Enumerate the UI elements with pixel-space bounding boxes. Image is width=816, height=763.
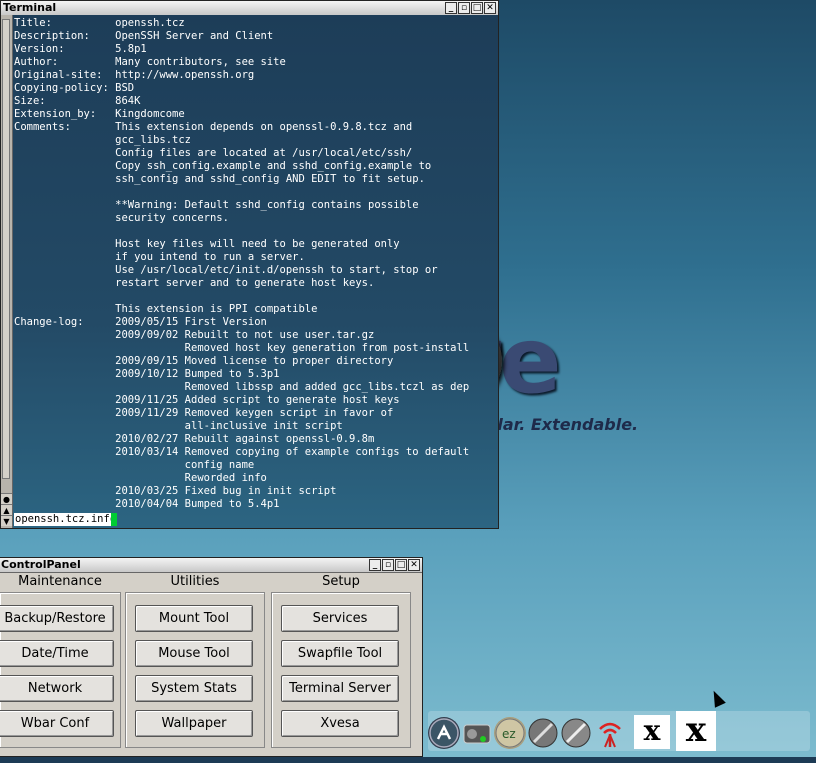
scroll-mid-icon[interactable]: ● bbox=[1, 493, 12, 504]
terminal-window: Terminal _ ▫ □ ✕ ● ▲ ▼ Title: openssh.tc… bbox=[0, 0, 499, 529]
column-header: Setup bbox=[322, 574, 360, 589]
swapfile-tool-button[interactable]: Swapfile Tool bbox=[281, 640, 399, 667]
wifi-icon[interactable] bbox=[594, 717, 626, 749]
close-icon[interactable]: ✕ bbox=[408, 559, 420, 571]
restore-icon[interactable]: ▫ bbox=[458, 2, 470, 14]
terminal-prompt[interactable]: openssh.tcz.info bbox=[14, 513, 118, 526]
terminal-body[interactable]: ● ▲ ▼ Title: openssh.tcz Description: Op… bbox=[1, 15, 498, 528]
network-button[interactable]: Network bbox=[0, 675, 114, 702]
terminal-cursor bbox=[111, 513, 117, 526]
terminal-scrollbar[interactable]: ● ▲ ▼ bbox=[1, 15, 13, 528]
terminal-titlebar[interactable]: Terminal _ ▫ □ ✕ bbox=[1, 1, 498, 16]
xvesa-button[interactable]: Xvesa bbox=[281, 710, 399, 737]
terminal-output: Title: openssh.tcz Description: OpenSSH … bbox=[14, 17, 470, 510]
control-panel-titlebar[interactable]: ControlPanel _ ▫ □ ✕ bbox=[0, 558, 422, 573]
mouse-tool-button[interactable]: Mouse Tool bbox=[135, 640, 253, 667]
mount-icon[interactable] bbox=[527, 717, 559, 749]
column-header: Maintenance bbox=[18, 574, 102, 589]
maximize-icon[interactable]: □ bbox=[395, 559, 407, 571]
group-utilities: Mount Tool Mouse Tool System Stats Wallp… bbox=[125, 592, 265, 748]
backup-restore-button[interactable]: Backup/Restore bbox=[0, 605, 114, 632]
run-icon[interactable] bbox=[428, 717, 460, 749]
wbar-conf-button[interactable]: Wbar Conf bbox=[0, 710, 114, 737]
desktop-bottom-strip bbox=[0, 757, 816, 763]
control-panel-body: Maintenance Backup/Restore Date/Time Net… bbox=[0, 572, 422, 756]
group-setup: Services Swapfile Tool Terminal Server X… bbox=[271, 592, 411, 748]
ez-label: ez bbox=[502, 727, 516, 741]
minimize-icon[interactable]: _ bbox=[445, 2, 457, 14]
minimize-icon[interactable]: _ bbox=[369, 559, 381, 571]
terminal-server-button[interactable]: Terminal Server bbox=[281, 675, 399, 702]
column-header: Utilities bbox=[170, 574, 220, 589]
scroll-down-icon[interactable]: ▼ bbox=[1, 515, 12, 526]
services-button[interactable]: Services bbox=[281, 605, 399, 632]
restore-icon[interactable]: ▫ bbox=[382, 559, 394, 571]
column-maintenance: Maintenance bbox=[0, 572, 121, 592]
disk-icon[interactable] bbox=[560, 717, 592, 749]
ezremaster-icon[interactable]: ez bbox=[494, 717, 526, 749]
group-maintenance: Backup/Restore Date/Time Network Wbar Co… bbox=[0, 592, 121, 748]
mouse-pointer-icon bbox=[708, 688, 726, 708]
control-panel-window: ControlPanel _ ▫ □ ✕ Maintenance Backup/… bbox=[0, 557, 423, 757]
date-time-button[interactable]: Date/Time bbox=[0, 640, 114, 667]
x-setup-icon[interactable]: x bbox=[676, 711, 716, 751]
close-icon[interactable]: ✕ bbox=[484, 2, 496, 14]
terminal-title: Terminal bbox=[3, 1, 57, 14]
scroll-up-icon[interactable]: ▲ bbox=[1, 504, 12, 515]
scrollbar-thumb[interactable] bbox=[2, 19, 10, 479]
wbar-dock: ez x x bbox=[428, 711, 810, 751]
column-setup: Setup bbox=[271, 572, 411, 592]
mount-tool-button[interactable]: Mount Tool bbox=[135, 605, 253, 632]
x-terminal-icon[interactable]: x bbox=[634, 715, 670, 749]
control-panel-title: ControlPanel bbox=[1, 558, 81, 571]
maximize-icon[interactable]: □ bbox=[471, 2, 483, 14]
wallpaper-button[interactable]: Wallpaper bbox=[135, 710, 253, 737]
system-stats-button[interactable]: System Stats bbox=[135, 675, 253, 702]
control-panel-icon[interactable] bbox=[461, 717, 493, 749]
column-utilities: Utilities bbox=[125, 572, 265, 592]
